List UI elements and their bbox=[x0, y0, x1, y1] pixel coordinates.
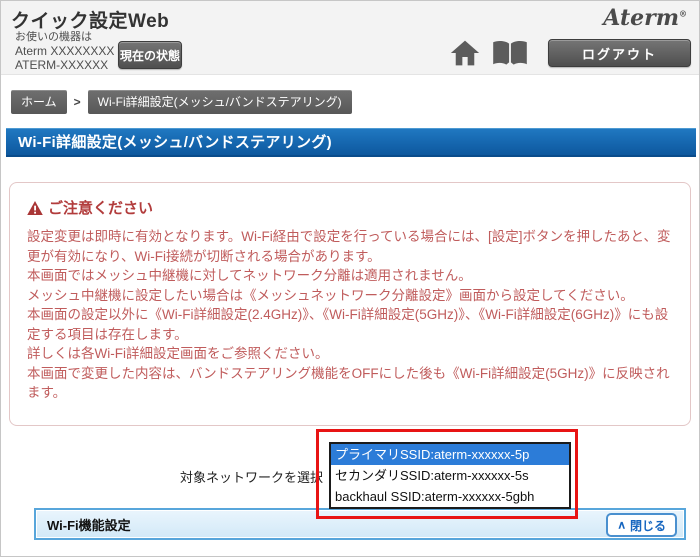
breadcrumb-separator: > bbox=[74, 95, 81, 109]
collapse-section-button[interactable]: ∧ 閉じる bbox=[606, 513, 677, 537]
chevron-up-icon: ∧ bbox=[617, 519, 626, 532]
notice-body: 設定変更は即時に有効となります。Wi-Fi経由で設定を行っている場合には、[設定… bbox=[10, 218, 690, 403]
aterm-logo: Aterm® bbox=[603, 5, 687, 31]
device-model: Aterm XXXXXXXX bbox=[15, 44, 114, 58]
collapse-button-label: 閉じる bbox=[630, 517, 666, 534]
breadcrumb-home[interactable]: ホーム bbox=[11, 90, 67, 114]
network-select-label: 対象ネットワークを選択 bbox=[1, 467, 323, 486]
network-select-listbox[interactable]: プライマリSSID:aterm-xxxxxx-5p セカンダリSSID:ater… bbox=[329, 442, 571, 509]
notice-paragraph: 本画面の設定以外に《Wi-Fi詳細設定(2.4GHz)》、《Wi-Fi詳細設定(… bbox=[27, 305, 674, 344]
wifi-function-section-header: Wi-Fi機能設定 ∧ 閉じる bbox=[34, 508, 686, 540]
app-header: クイック設定Web お使いの機器は Aterm XXXXXXXX ATERM-X… bbox=[1, 1, 699, 75]
quick-settings-page: クイック設定Web お使いの機器は Aterm XXXXXXXX ATERM-X… bbox=[0, 0, 700, 557]
notice-paragraph: 本画面で変更した内容は、バンドステアリング機能をOFFにした後も《Wi-Fi詳細… bbox=[27, 364, 674, 403]
app-title: クイック設定Web bbox=[11, 6, 169, 33]
notice-paragraph: メッシュ中継機に設定したい場合は《メッシュネットワーク分離設定》画面から設定して… bbox=[27, 286, 674, 306]
notice-title: ご注意ください bbox=[10, 183, 690, 218]
notice-paragraph: 本画面ではメッシュ中継機に対してネットワーク分離は適用されません。 bbox=[27, 266, 674, 286]
device-info-label: お使いの機器は bbox=[15, 30, 114, 44]
warning-triangle-icon bbox=[27, 201, 43, 215]
section-title: Wi-Fi機能設定 bbox=[36, 515, 131, 534]
network-option-secondary[interactable]: セカンダリSSID:aterm-xxxxxx-5s bbox=[331, 465, 569, 486]
notice-box: ご注意ください 設定変更は即時に有効となります。Wi-Fi経由で設定を行っている… bbox=[9, 182, 691, 426]
device-info: お使いの機器は Aterm XXXXXXXX ATERM-XXXXXX bbox=[15, 30, 114, 72]
device-name: ATERM-XXXXXX bbox=[15, 58, 114, 72]
notice-paragraph: 詳しくは各Wi-Fi詳細設定画面をご参照ください。 bbox=[27, 344, 674, 364]
notice-paragraph: 設定変更は即時に有効となります。Wi-Fi経由で設定を行っている場合には、[設定… bbox=[27, 227, 674, 266]
home-icon[interactable] bbox=[450, 39, 480, 67]
notice-title-text: ご注意ください bbox=[48, 197, 153, 218]
current-status-button[interactable]: 現在の状態 bbox=[118, 41, 182, 69]
network-option-backhaul[interactable]: backhaul SSID:aterm-xxxxxx-5gbh bbox=[331, 486, 569, 507]
open-book-icon[interactable] bbox=[491, 39, 529, 67]
breadcrumb: ホーム > Wi-Fi詳細設定(メッシュ/バンドステアリング) bbox=[11, 90, 352, 114]
breadcrumb-current[interactable]: Wi-Fi詳細設定(メッシュ/バンドステアリング) bbox=[88, 90, 352, 114]
page-title: Wi-Fi詳細設定(メッシュ/バンドステアリング) bbox=[6, 128, 696, 157]
logout-button[interactable]: ログアウト bbox=[548, 39, 691, 67]
brand-trademark: ® bbox=[679, 9, 687, 19]
network-option-primary[interactable]: プライマリSSID:aterm-xxxxxx-5p bbox=[331, 444, 569, 465]
